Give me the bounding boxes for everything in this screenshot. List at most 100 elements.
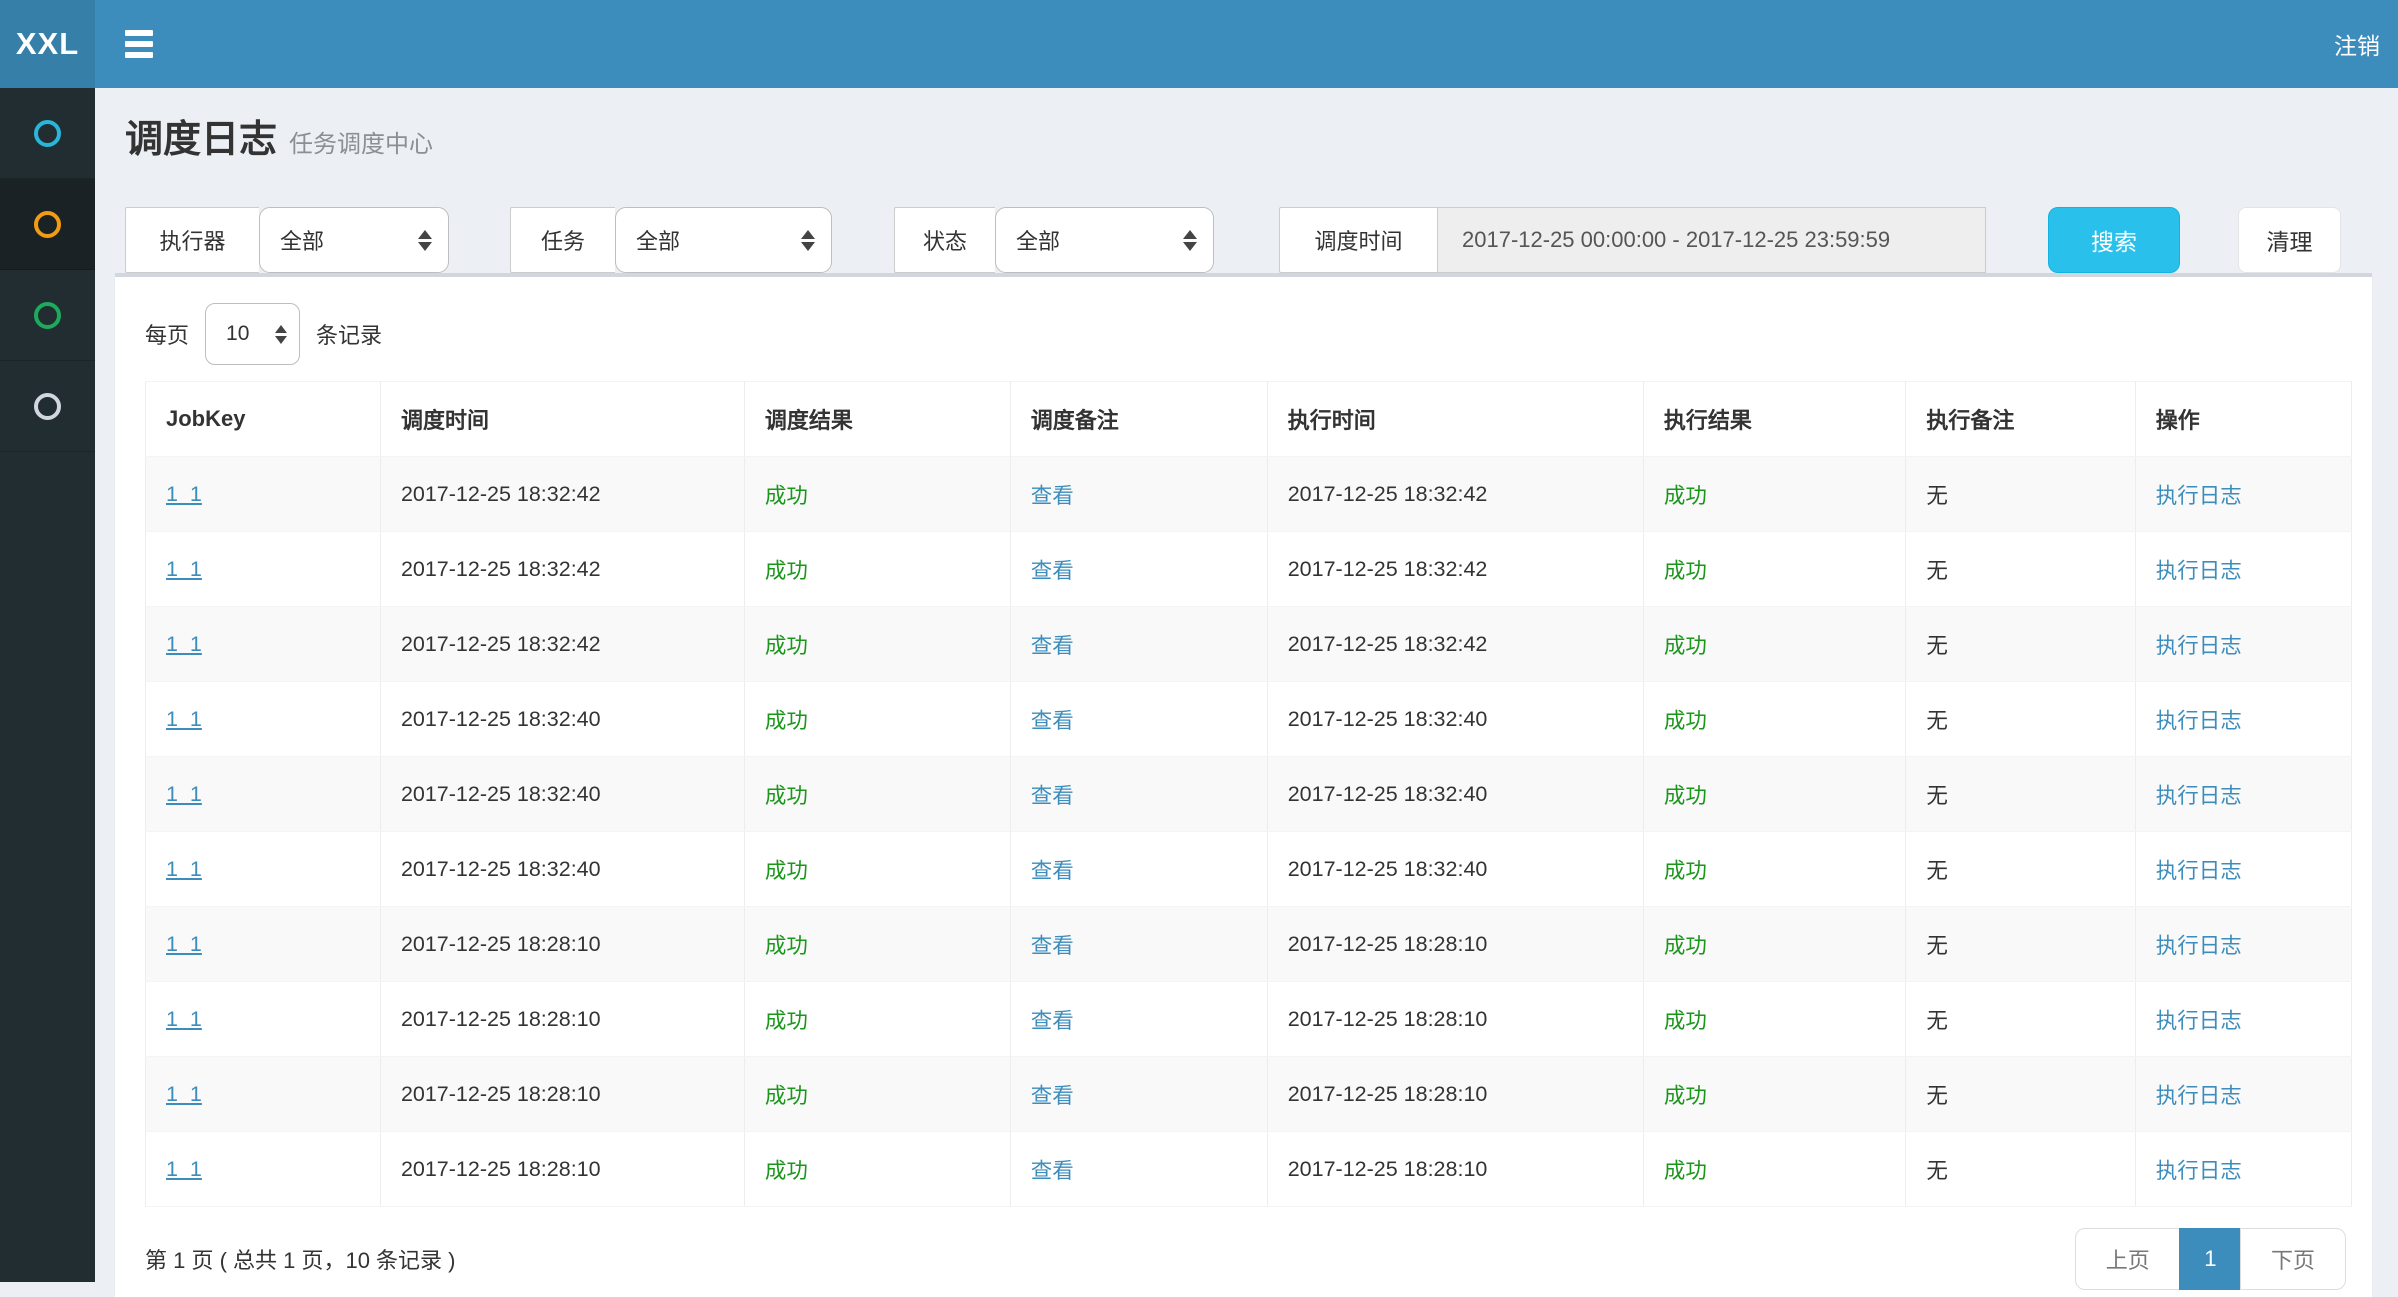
handle-note-cell-cell: 无 — [1906, 532, 2135, 607]
current-page-button[interactable]: 1 — [2179, 1228, 2241, 1290]
clear-button[interactable]: 清理 — [2238, 207, 2341, 273]
execute-log-link[interactable]: 执行日志 — [2156, 634, 2242, 658]
status-filter-label: 状态 — [894, 207, 995, 273]
job-select[interactable]: 全部 — [615, 207, 832, 273]
table-row: 1_12017-12-25 18:32:40成功查看2017-12-25 18:… — [146, 682, 2352, 757]
page-size-select[interactable]: 10 — [205, 303, 300, 365]
view-trigger-note-link-cell: 查看 — [1010, 682, 1267, 757]
handle-time-cell-cell: 2017-12-25 18:32:42 — [1267, 457, 1643, 532]
job-key-link[interactable]: 1_1 — [166, 482, 202, 506]
view-trigger-note-link[interactable]: 查看 — [1031, 634, 1074, 658]
trigger-result-text-cell: 成功 — [744, 982, 1010, 1057]
trigger-time-range-input[interactable]: 2017-12-25 00:00:00 - 2017-12-25 23:59:5… — [1437, 207, 1986, 273]
hamburger-icon — [125, 41, 153, 47]
execute-log-link[interactable]: 执行日志 — [2156, 559, 2242, 583]
sidebar — [0, 88, 95, 1282]
table-row: 1_1 2017-12-25 18:32:40 成功 查看 2017-12-25 18:… — [146, 832, 2352, 907]
execute-log-link[interactable]: 执行日志 — [2156, 1009, 2242, 1033]
job-key-link-cell: 1_1 — [146, 1057, 381, 1132]
hamburger-icon — [125, 52, 153, 58]
handle-note-cell-cell: 无 — [1906, 1057, 2135, 1132]
status-select[interactable]: 全部 — [995, 207, 1214, 273]
view-trigger-note-link-cell: 查看 — [1010, 532, 1267, 607]
job-key-link-cell: 1_1 — [146, 532, 381, 607]
view-trigger-note-link[interactable]: 查看 — [1031, 784, 1074, 808]
page-subtitle: 任务调度中心 — [289, 131, 433, 158]
execute-log-link[interactable]: 执行日志 — [2156, 1159, 2242, 1183]
handle-note-cell-cell: 无 — [1906, 1132, 2135, 1207]
hamburger-icon — [125, 30, 153, 36]
sidebar-toggle-button[interactable] — [95, 0, 183, 88]
view-trigger-note-link[interactable]: 查看 — [1031, 484, 1074, 508]
sidebar-item[interactable] — [0, 361, 95, 452]
view-trigger-note-link[interactable]: 查看 — [1031, 1009, 1074, 1033]
sidebar-item[interactable] — [0, 179, 95, 270]
view-trigger-note-link[interactable]: 查看 — [1031, 1159, 1074, 1183]
app-logo[interactable]: XXL — [0, 0, 95, 88]
execute-log-link[interactable]: 执行日志 — [2156, 784, 2242, 808]
handle-time-cell: 2017-12-25 18:32:42 — [1288, 632, 1488, 656]
handle-time-cell: 2017-12-25 18:28:10 — [1288, 1082, 1488, 1106]
view-trigger-note-link[interactable]: 查看 — [1031, 709, 1074, 733]
job-key-link[interactable]: 1_1 — [166, 1007, 202, 1031]
page-size-suffix: 条记录 — [316, 318, 382, 350]
sidebar-item[interactable] — [0, 270, 95, 361]
execute-log-link-cell: 执行日志 — [2135, 1057, 2351, 1132]
execute-log-link[interactable]: 执行日志 — [2156, 484, 2242, 508]
job-key-link-cell: 1_1 — [146, 1132, 381, 1207]
executor-filter-group: 执行器 全部 — [125, 207, 449, 273]
sidebar-item[interactable] — [0, 88, 95, 179]
select-arrows-icon — [801, 230, 815, 251]
job-filter-group: 任务 全部 — [510, 207, 832, 273]
handle-time-cell: 2017-12-25 18:32:40 — [1288, 782, 1488, 806]
trigger-time-cell: 2017-12-25 18:28:10 — [401, 1082, 601, 1106]
page-title: 调度日志任务调度中心 — [125, 118, 2368, 167]
execute-log-link[interactable]: 执行日志 — [2156, 1084, 2242, 1108]
content-header: 调度日志任务调度中心 — [95, 88, 2398, 167]
table-row: 1_12017-12-25 18:28:10成功查看2017-12-25 18:… — [146, 907, 2352, 982]
trigger-time-cell: 2017-12-25 18:32:40 — [401, 857, 601, 881]
view-trigger-note-link[interactable]: 查看 — [1031, 1084, 1074, 1108]
column-header: JobKey — [146, 382, 381, 457]
handle-result-text: 成功 — [1664, 1084, 1707, 1108]
search-button[interactable]: 搜索 — [2048, 207, 2180, 273]
prev-page-button[interactable]: 上页 — [2075, 1228, 2181, 1290]
executor-select[interactable]: 全部 — [259, 207, 449, 273]
handle-note-cell: 无 — [1926, 1084, 1948, 1108]
job-key-link[interactable]: 1_1 — [166, 1082, 202, 1106]
view-trigger-note-link[interactable]: 查看 — [1031, 934, 1074, 958]
job-key-link-cell: 1_1 — [146, 832, 381, 907]
trigger-result-text-cell: 成功 — [744, 532, 1010, 607]
trigger-result-text-cell: 成功 — [744, 1057, 1010, 1132]
handle-note-cell: 无 — [1926, 859, 1948, 883]
job-key-link[interactable]: 1_1 — [166, 557, 202, 581]
job-key-link[interactable]: 1_1 — [166, 1157, 202, 1181]
view-trigger-note-link[interactable]: 查看 — [1031, 859, 1074, 883]
handle-result-text: 成功 — [1664, 634, 1707, 658]
handle-result-text-cell: 成功 — [1643, 982, 1906, 1057]
circle-o-icon — [34, 120, 61, 147]
logout-link[interactable]: 注销 — [2316, 0, 2398, 88]
trigger-result-text: 成功 — [765, 1009, 808, 1033]
trigger-result-text: 成功 — [765, 1084, 808, 1108]
execute-log-link[interactable]: 执行日志 — [2156, 709, 2242, 733]
execute-log-link[interactable]: 执行日志 — [2156, 859, 2242, 883]
handle-time-cell-cell: 2017-12-25 18:32:40 — [1267, 832, 1643, 907]
execute-log-link[interactable]: 执行日志 — [2156, 934, 2242, 958]
column-header: 执行结果 — [1643, 382, 1906, 457]
circle-o-icon — [34, 302, 61, 329]
next-page-button[interactable]: 下页 — [2240, 1228, 2346, 1290]
job-key-link[interactable]: 1_1 — [166, 857, 202, 881]
job-key-link[interactable]: 1_1 — [166, 632, 202, 656]
handle-result-text: 成功 — [1664, 859, 1707, 883]
trigger-result-text: 成功 — [765, 484, 808, 508]
trigger-result-text-cell: 成功 — [744, 607, 1010, 682]
job-key-link[interactable]: 1_1 — [166, 932, 202, 956]
job-key-link[interactable]: 1_1 — [166, 707, 202, 731]
handle-result-text: 成功 — [1664, 934, 1707, 958]
handle-result-text-cell: 成功 — [1643, 607, 1906, 682]
job-key-link[interactable]: 1_1 — [166, 782, 202, 806]
view-trigger-note-link[interactable]: 查看 — [1031, 559, 1074, 583]
trigger-time-cell: 2017-12-25 18:28:10 — [401, 932, 601, 956]
handle-note-cell: 无 — [1926, 484, 1948, 508]
